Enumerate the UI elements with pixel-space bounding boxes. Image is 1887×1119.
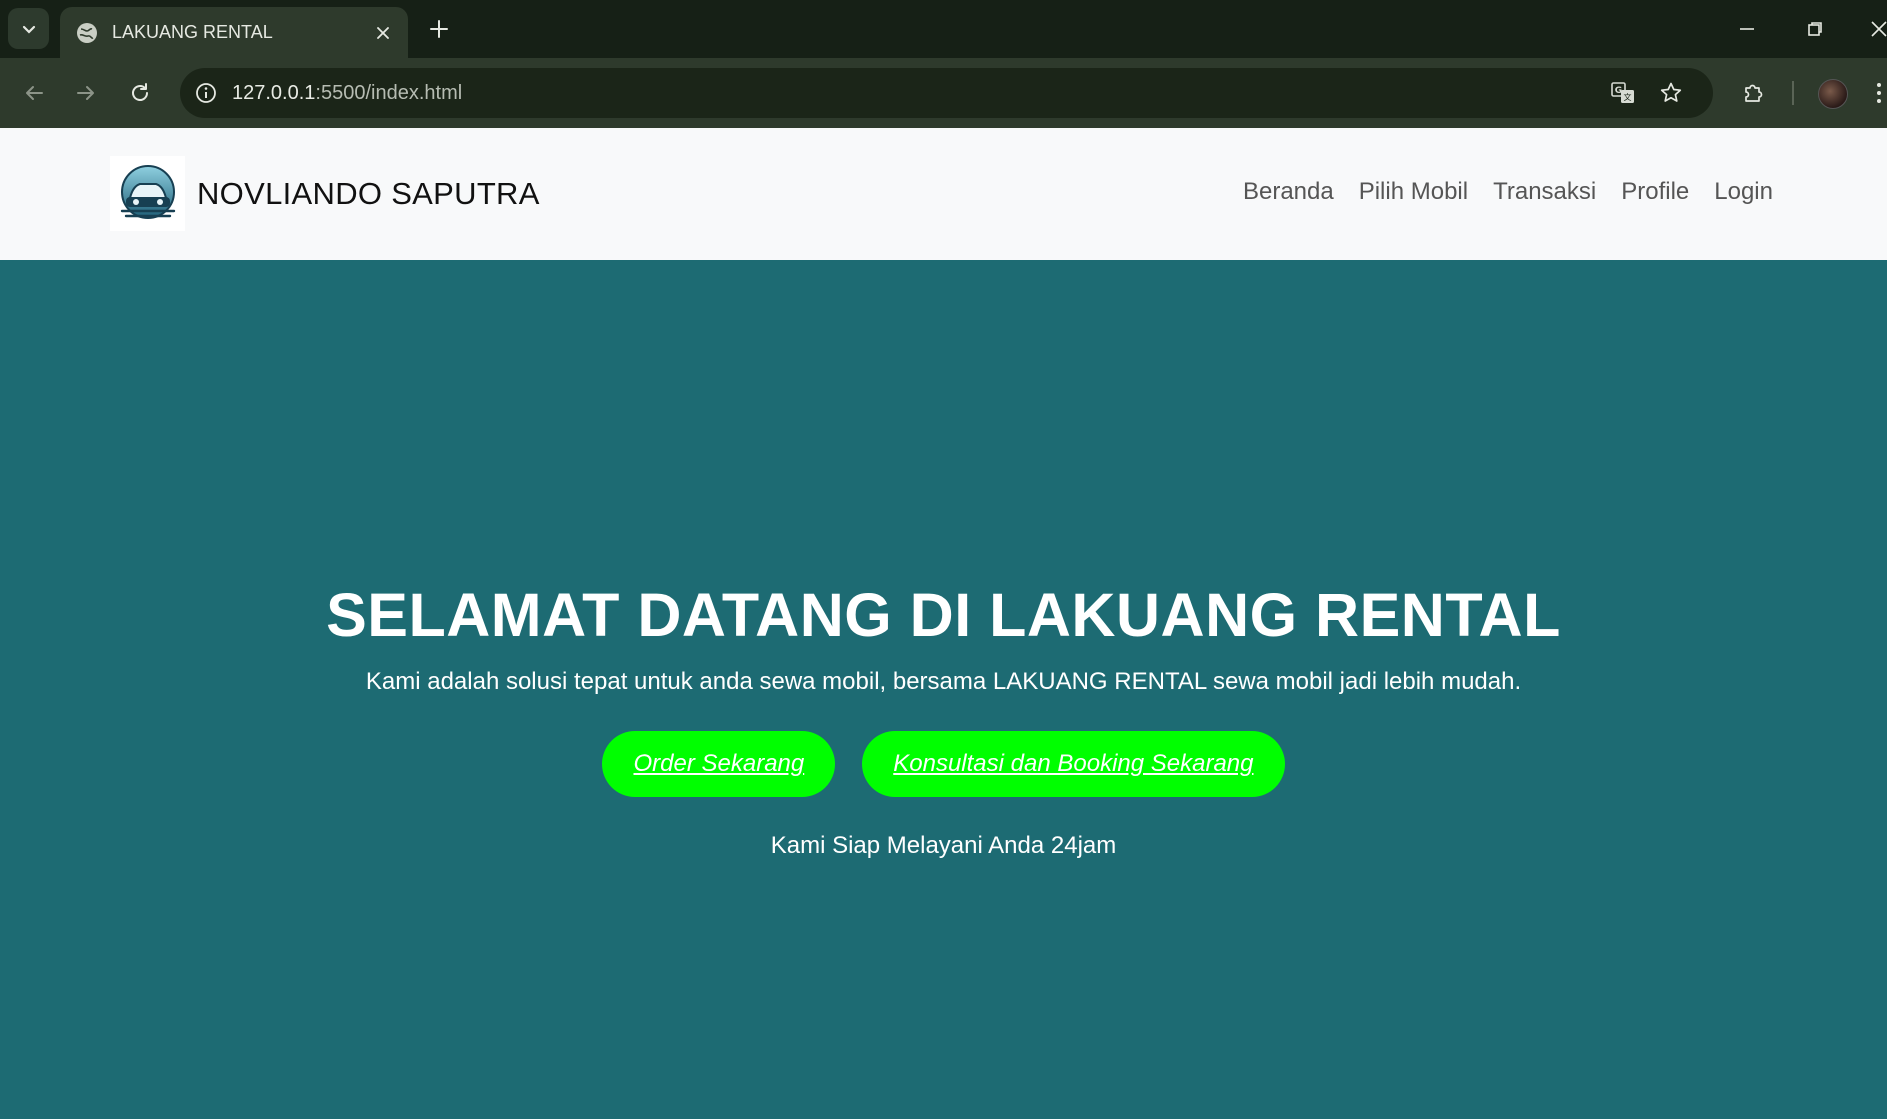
info-icon[interactable] [194, 81, 218, 105]
profile-avatar[interactable] [1818, 79, 1848, 109]
hero-title: SELAMAT DATANG DI LAKUANG RENTAL [326, 581, 1561, 649]
star-icon [1660, 82, 1682, 102]
translate-icon: G文 [1611, 82, 1634, 103]
consult-booking-button[interactable]: Konsultasi dan Booking Sekarang [862, 731, 1285, 797]
svg-text:文: 文 [1624, 92, 1632, 102]
hero-buttons: Order Sekarang Konsultasi dan Booking Se… [0, 731, 1887, 797]
back-button[interactable] [14, 73, 54, 113]
plus-icon [430, 20, 448, 38]
bookmark-button[interactable] [1651, 68, 1691, 118]
brand-name: NOVLIANDO SAPUTRA [197, 175, 540, 211]
restore-button[interactable] [1798, 12, 1832, 46]
minimize-button[interactable] [1730, 12, 1764, 46]
browser-tab[interactable]: LAKUANG RENTAL [60, 7, 408, 58]
hero-lead: Kami adalah solusi tepat untuk anda sewa… [365, 668, 1522, 695]
tab-title: LAKUANG RENTAL [112, 22, 273, 42]
car-logo-icon [110, 156, 185, 231]
toolbar-separator [1792, 81, 1794, 105]
close-icon [1871, 21, 1887, 37]
forward-button[interactable] [66, 73, 106, 113]
kebab-menu-icon [1876, 83, 1881, 103]
nav-link-transaksi[interactable]: Transaksi [1493, 178, 1596, 206]
address-bar[interactable]: 127.0.0.1:5500/index.html G文 [180, 68, 1713, 118]
browser-tab-bar: LAKUANG RENTAL [0, 0, 1887, 58]
new-tab-button[interactable] [424, 14, 454, 44]
order-button[interactable]: Order Sekarang [602, 731, 836, 797]
nav-link-beranda[interactable]: Beranda [1243, 178, 1334, 206]
nav-link-login[interactable]: Login [1714, 178, 1773, 206]
arrow-right-icon [77, 86, 94, 100]
extensions-button[interactable] [1734, 73, 1774, 113]
hero-section: SELAMAT DATANG DI LAKUANG RENTAL Kami ad… [0, 260, 1887, 1119]
brand[interactable]: NOVLIANDO SAPUTRA [110, 156, 540, 231]
url-path: :5500/index.html [315, 81, 463, 104]
url-text: 127.0.0.1:5500/index.html [232, 82, 462, 105]
restore-icon [1808, 22, 1822, 36]
translate-button[interactable]: G文 [1603, 68, 1643, 118]
minimize-icon [1740, 28, 1754, 30]
globe-icon [77, 22, 97, 43]
menu-button[interactable] [1870, 73, 1887, 113]
puzzle-icon [1745, 84, 1763, 102]
tab-search-button[interactable] [8, 8, 49, 49]
close-icon[interactable] [374, 24, 392, 42]
site-navbar: NOVLIANDO SAPUTRA Beranda Pilih Mobil Tr… [0, 128, 1887, 260]
nav-links: Beranda Pilih Mobil Transaksi Profile Lo… [1243, 178, 1773, 206]
browser-toolbar: 127.0.0.1:5500/index.html G文 [0, 58, 1887, 128]
url-host: 127.0.0.1 [232, 81, 316, 104]
reload-icon [132, 83, 148, 101]
service-note: Kami Siap Melayani Anda 24jam [770, 832, 1117, 859]
close-window-button[interactable] [1862, 12, 1887, 46]
chevron-down-icon [22, 25, 35, 34]
nav-link-pilih-mobil[interactable]: Pilih Mobil [1359, 178, 1468, 206]
nav-link-profile[interactable]: Profile [1621, 178, 1689, 206]
reload-button[interactable] [120, 73, 160, 113]
svg-text:G: G [1615, 86, 1622, 96]
arrow-left-icon [26, 86, 43, 100]
